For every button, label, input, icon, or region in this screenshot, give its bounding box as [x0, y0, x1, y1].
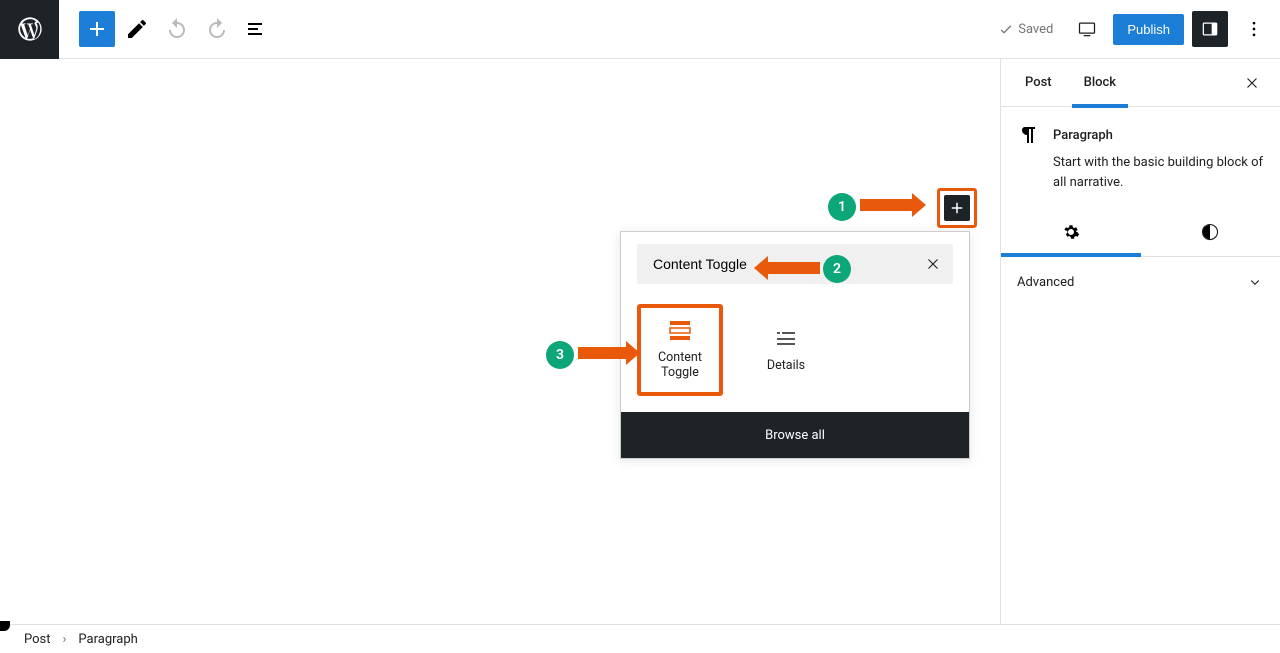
undo-icon [165, 17, 189, 41]
top-toolbar: Saved Publish [0, 0, 1280, 59]
save-status: Saved [990, 21, 1061, 37]
gear-icon [1062, 223, 1080, 241]
plus-icon [948, 199, 966, 217]
breadcrumb: Post › Paragraph [0, 624, 1280, 653]
annotation-arrow-3 [578, 347, 628, 359]
block-item-content-toggle[interactable]: Content Toggle [637, 304, 723, 396]
check-icon [998, 21, 1014, 37]
block-item-label: Content Toggle [645, 350, 715, 380]
preview-button[interactable] [1069, 11, 1105, 47]
breadcrumb-current[interactable]: Paragraph [78, 632, 137, 647]
block-item-label: Details [767, 358, 805, 373]
wordpress-logo[interactable] [0, 0, 59, 59]
block-title: Paragraph [1053, 128, 1113, 143]
options-button[interactable] [1236, 11, 1272, 47]
close-icon [1243, 74, 1261, 92]
inserter-search-clear[interactable] [921, 252, 945, 276]
chevron-right-icon: › [63, 632, 67, 647]
settings-sidebar-toggle[interactable] [1192, 11, 1228, 47]
add-block-button[interactable] [944, 195, 970, 221]
toolbar-left [59, 11, 275, 47]
block-item-details[interactable]: Details [743, 304, 829, 396]
list-view-icon [245, 17, 269, 41]
annotation-arrow-1 [860, 199, 914, 211]
document-overview-button[interactable] [239, 11, 275, 47]
sidebar-tabs: Post Block [1001, 59, 1280, 107]
plus-icon [85, 17, 109, 41]
desktop-icon [1077, 19, 1097, 39]
inserter-results: Content Toggle Details [621, 296, 969, 412]
redo-button[interactable] [199, 11, 235, 47]
tab-post[interactable]: Post [1017, 59, 1060, 107]
chevron-down-icon [1246, 273, 1264, 291]
undo-button[interactable] [159, 11, 195, 47]
close-icon [924, 255, 942, 273]
advanced-label: Advanced [1017, 275, 1074, 290]
settings-sidebar: Post Block Paragraph Start with the basi… [1000, 59, 1280, 624]
styles-icon [1201, 223, 1219, 241]
annotation-bubble-2: 2 [823, 255, 851, 283]
add-block-highlight [937, 188, 977, 228]
more-vertical-icon [1244, 19, 1264, 39]
tools-button[interactable] [119, 11, 155, 47]
sidebar-icon [1200, 19, 1220, 39]
subtab-styles[interactable] [1141, 208, 1280, 256]
toggle-inserter-button[interactable] [79, 11, 115, 47]
details-icon [774, 328, 798, 348]
pencil-icon [125, 17, 149, 41]
browse-all-button[interactable]: Browse all [621, 412, 969, 458]
saved-text: Saved [1018, 22, 1053, 37]
toolbar-right: Saved Publish [990, 11, 1280, 47]
publish-button[interactable]: Publish [1113, 14, 1184, 45]
sidebar-subtabs [1001, 208, 1280, 257]
main-area: 1 [0, 59, 1280, 624]
redo-icon [205, 17, 229, 41]
annotation-arrow-2 [766, 262, 820, 274]
wordpress-icon [16, 15, 44, 43]
paragraph-icon [1017, 123, 1041, 147]
content-toggle-icon [668, 320, 692, 340]
advanced-panel-toggle[interactable]: Advanced [1001, 257, 1280, 307]
breadcrumb-root[interactable]: Post [24, 632, 51, 647]
subtab-settings[interactable] [1001, 208, 1141, 256]
editor-canvas[interactable]: 1 [0, 59, 1000, 624]
annotation-bubble-3: 3 [546, 341, 574, 369]
annotation-bubble-1: 1 [828, 193, 856, 221]
sidebar-close-button[interactable] [1240, 71, 1264, 95]
block-description: Start with the basic building block of a… [1001, 153, 1280, 208]
tab-block[interactable]: Block [1076, 59, 1124, 107]
